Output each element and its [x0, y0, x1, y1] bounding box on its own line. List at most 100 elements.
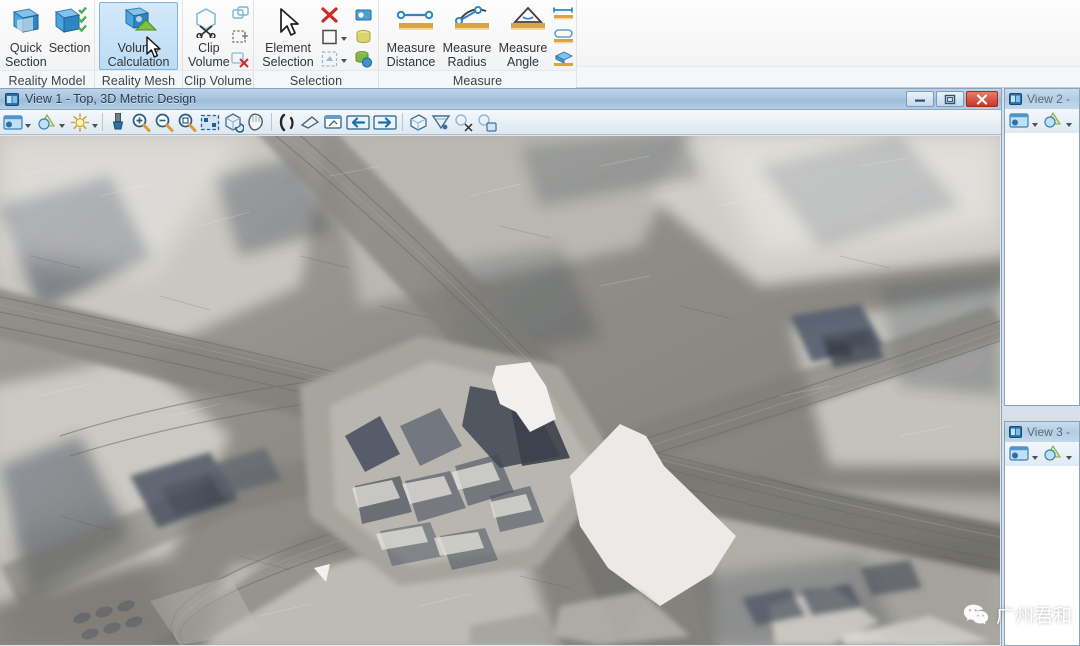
clip-mask-icon[interactable]: [430, 112, 452, 133]
ribbon-toolbar: Quick Section Section Reality Model: [0, 0, 1080, 88]
ribbon-group-body: [577, 0, 1080, 66]
clear-clip-icon[interactable]: [476, 112, 498, 133]
clip-element-row[interactable]: [231, 26, 250, 47]
chevron-down-icon[interactable]: [341, 37, 347, 41]
ribbon-group-empty: [577, 0, 1080, 87]
view-attributes-icon[interactable]: [1008, 111, 1030, 131]
quick-section-icon: [9, 6, 43, 38]
volume-calculation-button[interactable]: Volume Calculation: [99, 2, 178, 70]
restore-button[interactable]: [936, 91, 964, 107]
view-2-toolbar: [1005, 109, 1079, 133]
mouse-cursor-icon: [146, 36, 162, 65]
clip-volume-button[interactable]: Clip Volume: [187, 2, 231, 70]
view-1-viewport[interactable]: [0, 136, 1000, 645]
minimize-button[interactable]: [906, 91, 934, 107]
element-selection-button[interactable]: Element Selection: [258, 2, 318, 70]
view-window-icon: [1009, 93, 1022, 105]
toolbar-separator: [102, 113, 103, 131]
volume-calculation-icon: [122, 6, 156, 38]
clip-mask-row[interactable]: [231, 4, 250, 25]
measure-distance-icon: [394, 6, 428, 38]
measure-volume-icon: [552, 50, 571, 68]
previous-view-icon[interactable]: [345, 112, 371, 133]
chevron-down-icon[interactable]: [341, 59, 347, 63]
chevron-down-icon[interactable]: [1032, 456, 1038, 460]
toolbar-separator: [402, 113, 403, 131]
measure-angle-icon: [506, 6, 540, 38]
clip-volume-icon: [192, 6, 226, 38]
chevron-down-icon[interactable]: [92, 124, 98, 128]
element-info-row[interactable]: [354, 26, 373, 47]
view-2-titlebar[interactable]: View 2 -: [1005, 89, 1079, 109]
clear-clip-icon: [231, 50, 250, 68]
view-1-titlebar[interactable]: View 1 - Top, 3D Metric Design: [0, 89, 1001, 110]
zoom-out-icon[interactable]: [153, 112, 175, 133]
section-button[interactable]: Section: [48, 2, 92, 66]
measure-area-row[interactable]: [552, 26, 571, 47]
wechat-icon: [963, 603, 989, 626]
adjust-view-brightness-icon[interactable]: [1042, 111, 1064, 131]
right-dock: View 2 -: [1002, 88, 1080, 646]
view-attributes-icon[interactable]: [1008, 444, 1030, 464]
next-view-icon[interactable]: [372, 112, 398, 133]
view-next-icon[interactable]: [299, 112, 321, 133]
measure-volume-row[interactable]: [552, 48, 571, 69]
ribbon-group-label-empty: [577, 66, 1080, 87]
chevron-down-icon[interactable]: [59, 124, 65, 128]
adjust-view-brightness-icon[interactable]: [36, 112, 58, 133]
view-1-window: View 1 - Top, 3D Metric Design: [0, 88, 1002, 646]
chevron-down-icon[interactable]: [25, 124, 31, 128]
close-button[interactable]: [966, 91, 998, 107]
measure-radius-button[interactable]: Measure Radius: [439, 2, 495, 70]
pan-view-icon[interactable]: [245, 112, 267, 133]
ribbon-group-reality-mesh: Volume Calculation Reality Mesh: [95, 0, 183, 87]
view-previous-icon[interactable]: [276, 112, 298, 133]
clip-volume-icon[interactable]: [407, 112, 429, 133]
quick-section-label: Quick Section: [5, 42, 47, 69]
delete-element-row[interactable]: [320, 4, 350, 25]
clip-element-icon: [231, 28, 250, 46]
ribbon-group-reality-model: Quick Section Section Reality Model: [0, 0, 95, 87]
section-icon: [53, 6, 87, 38]
watermark: 广州君和: [963, 601, 1072, 628]
ribbon-group-body: Quick Section Section: [0, 0, 94, 70]
clear-clip-row[interactable]: [231, 48, 250, 69]
clip-element-icon[interactable]: [453, 112, 475, 133]
copy-view-icon[interactable]: [322, 112, 344, 133]
view-1-title: View 1 - Top, 3D Metric Design: [25, 92, 906, 106]
view-attributes-icon[interactable]: [2, 112, 24, 133]
window-area-icon[interactable]: [176, 112, 198, 133]
chevron-down-icon[interactable]: [1066, 123, 1072, 127]
rotate-view-icon[interactable]: [222, 112, 244, 133]
selection-small-commands: [320, 2, 350, 69]
measure-length-row[interactable]: [552, 4, 571, 25]
clip-mask-icon: [231, 6, 250, 24]
ribbon-group-measure: Measure Distance Measure Radius: [379, 0, 577, 87]
fit-view-icon[interactable]: [199, 112, 221, 133]
adjust-view-brightness-icon[interactable]: [1042, 444, 1064, 464]
window-controls: [906, 91, 1001, 107]
clip-volume-small-commands: [231, 2, 250, 69]
level-display-icon: [354, 6, 373, 24]
zoom-in-icon[interactable]: [130, 112, 152, 133]
display-style-icon[interactable]: [69, 112, 91, 133]
level-display-row[interactable]: [354, 4, 373, 25]
ribbon-group-body: Measure Distance Measure Radius: [379, 0, 576, 70]
view-2-viewport[interactable]: [1005, 133, 1079, 405]
chevron-down-icon[interactable]: [1066, 456, 1072, 460]
view-3-titlebar[interactable]: View 3 -: [1005, 422, 1079, 442]
measure-angle-button[interactable]: Measure Angle: [495, 2, 551, 70]
select-similar-icon: [320, 50, 339, 68]
select-similar-row[interactable]: [320, 48, 350, 69]
chevron-down-icon[interactable]: [1032, 123, 1038, 127]
ribbon-group-body: Element Selection: [254, 0, 378, 70]
view-2-panel: View 2 -: [1004, 88, 1080, 406]
watermark-text: 广州君和: [996, 601, 1072, 628]
display-style-row[interactable]: [354, 48, 373, 69]
measure-distance-button[interactable]: Measure Distance: [383, 2, 439, 70]
update-view-icon[interactable]: [107, 112, 129, 133]
quick-section-button[interactable]: Quick Section: [4, 2, 48, 70]
element-info-icon: [354, 28, 373, 46]
select-by-box-row[interactable]: [320, 26, 350, 47]
ribbon-group-body: Clip Volume: [183, 0, 253, 70]
